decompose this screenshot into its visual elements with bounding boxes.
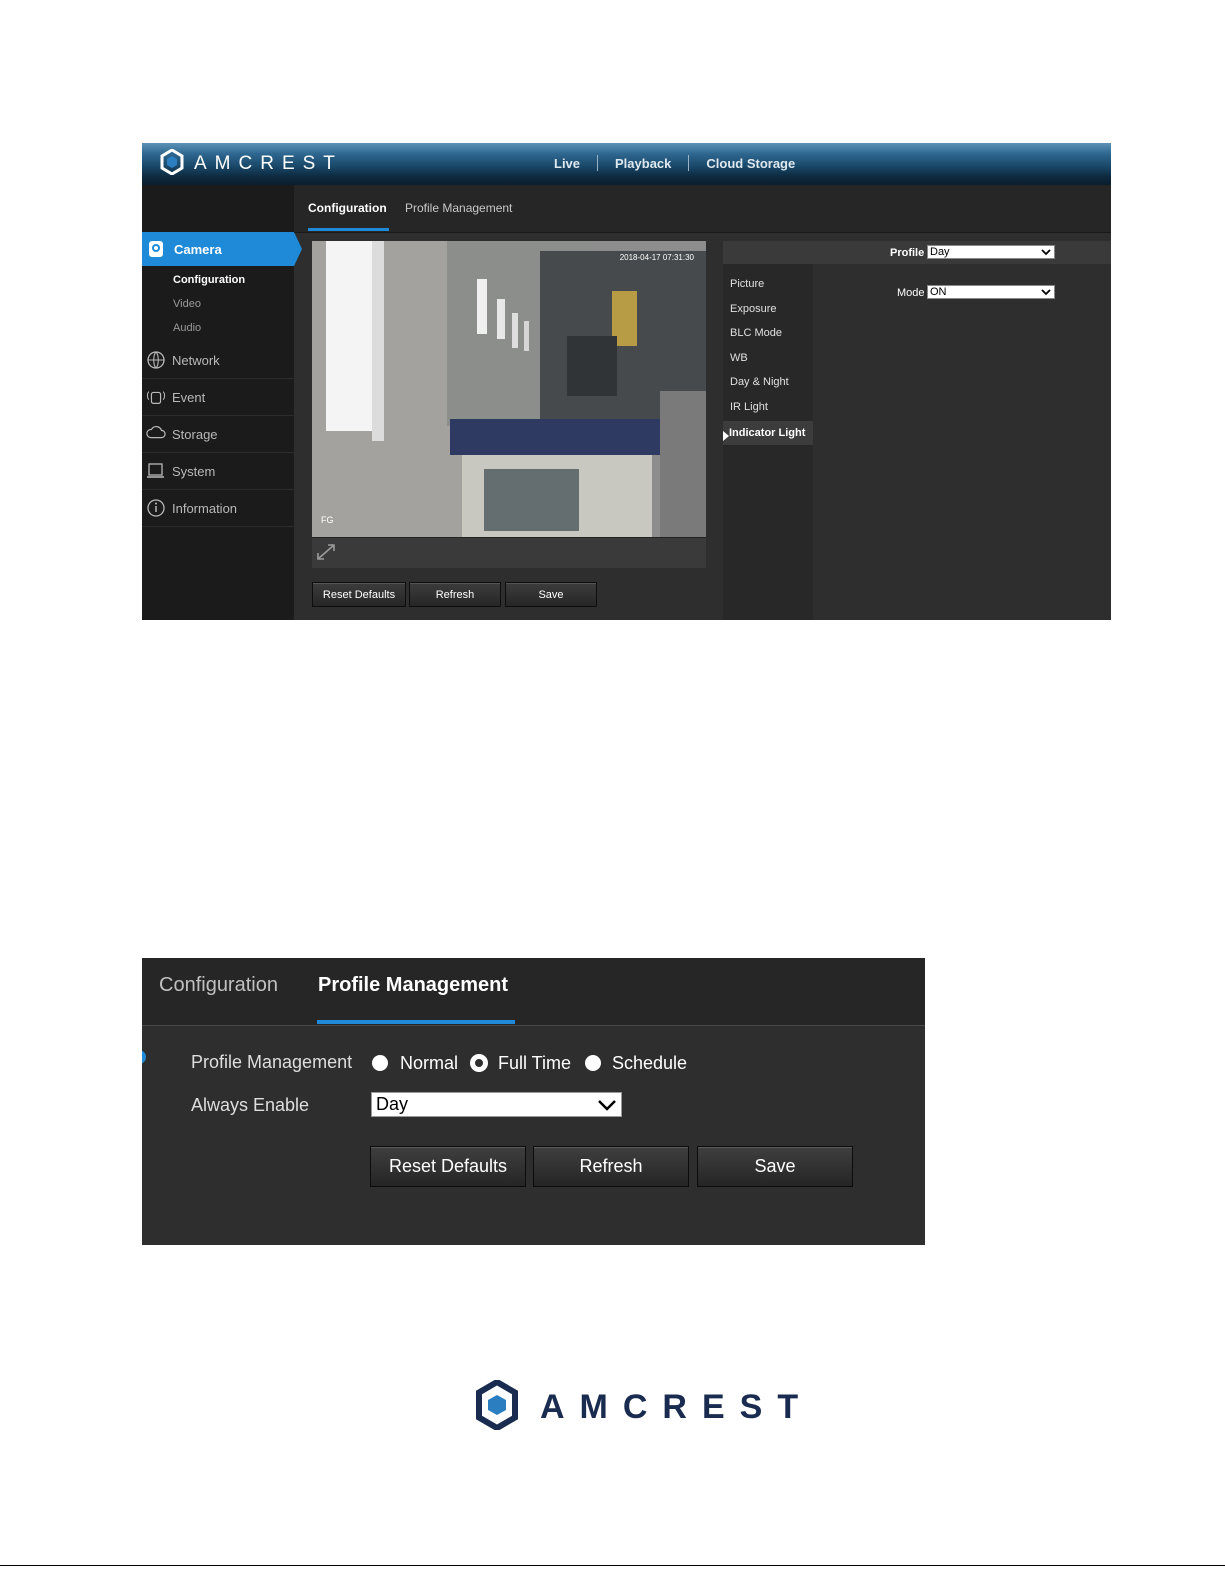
- profile-select[interactable]: Day: [927, 245, 1055, 259]
- menu-item-picture[interactable]: Picture: [730, 278, 764, 290]
- sidebar-item-system[interactable]: System: [142, 453, 294, 490]
- radio-normal-label: Normal: [400, 1053, 459, 1073]
- chevron-down-icon: [1041, 287, 1051, 301]
- always-enable-value: Day: [376, 1094, 409, 1114]
- mode-select[interactable]: ON: [927, 285, 1055, 299]
- sidebar-subitem-configuration[interactable]: Configuration: [173, 274, 245, 286]
- save-button[interactable]: Save: [505, 582, 597, 607]
- chevron-down-icon: [597, 1096, 617, 1119]
- nav-live[interactable]: Live: [537, 156, 597, 171]
- reset-defaults-button[interactable]: Reset Defaults: [312, 582, 406, 607]
- sidebar-item-label: Event: [172, 389, 206, 405]
- tab-profile-management[interactable]: Profile Management: [405, 201, 512, 215]
- radio-normal[interactable]: [372, 1055, 388, 1071]
- always-enable-label: Always Enable: [191, 1095, 310, 1115]
- chevron-down-icon: [1041, 247, 1051, 261]
- mode-select-value: ON: [930, 286, 947, 298]
- video-toolbar: [312, 537, 706, 568]
- always-enable-select[interactable]: Day: [371, 1092, 622, 1117]
- radio-full-time[interactable]: [471, 1055, 487, 1071]
- active-tab-indicator: [308, 228, 389, 231]
- refresh-button[interactable]: Refresh: [533, 1146, 689, 1187]
- profile-management-screenshot: Configuration Profile Management Profile…: [142, 958, 925, 1245]
- tab-configuration[interactable]: Configuration: [308, 201, 387, 215]
- top-bar: AMCREST Live Playback Cloud Storage: [142, 143, 1111, 185]
- network-icon: [146, 350, 166, 370]
- sidebar: Camera Configuration Video Audio Network…: [142, 185, 302, 620]
- radio-schedule-label: Schedule: [612, 1053, 688, 1073]
- tab-profile-management[interactable]: Profile Management: [318, 974, 508, 997]
- sidebar-item-label: Network: [172, 352, 220, 368]
- profile-tabs: Configuration Profile Management: [142, 958, 925, 1026]
- mode-label: Mode: [897, 287, 925, 299]
- video-corner-label: FG: [321, 515, 334, 525]
- footer-brand-name: AMCREST: [540, 1388, 814, 1426]
- system-icon: [146, 461, 166, 481]
- sidebar-item-camera[interactable]: Camera: [142, 232, 302, 266]
- video-timestamp: 2018-04-17 07:31:30: [619, 253, 694, 262]
- menu-item-label: Indicator Light: [729, 427, 806, 439]
- live-video-preview[interactable]: 2018-04-17 07:31:30 FG: [312, 241, 706, 537]
- radio-full-time-label: Full Time: [498, 1053, 572, 1073]
- sidebar-item-label: System: [172, 463, 216, 479]
- camera-config-screenshot: AMCREST Live Playback Cloud Storage Came…: [142, 143, 1111, 620]
- profile-management-label: Profile Management: [191, 1052, 353, 1072]
- image-settings-menu: Picture Exposure BLC Mode WB Day & Night…: [723, 264, 813, 620]
- sidebar-item-network[interactable]: Network: [142, 342, 294, 379]
- brand-name: AMCREST: [194, 153, 343, 174]
- event-icon: [146, 387, 166, 407]
- menu-item-wb[interactable]: WB: [730, 352, 748, 364]
- amcrest-logo-icon: [476, 1378, 518, 1435]
- tab-configuration[interactable]: Configuration: [159, 974, 278, 997]
- information-icon: [146, 498, 166, 518]
- menu-item-day-night[interactable]: Day & Night: [730, 376, 789, 388]
- sidebar-subitem-video[interactable]: Video: [173, 298, 201, 310]
- menu-item-blc-mode[interactable]: BLC Mode: [730, 327, 782, 339]
- page-bottom-rule: [0, 1565, 1225, 1566]
- storage-icon: [146, 424, 166, 444]
- sidebar-item-event[interactable]: Event: [142, 379, 294, 416]
- save-button[interactable]: Save: [697, 1146, 853, 1187]
- profile-label: Profile: [890, 247, 925, 259]
- sidebar-item-storage[interactable]: Storage: [142, 416, 294, 453]
- sidebar-item-information[interactable]: Information: [142, 490, 294, 527]
- amcrest-logo-icon: [160, 147, 184, 180]
- refresh-button[interactable]: Refresh: [409, 582, 501, 607]
- profile-select-value: Day: [930, 246, 950, 258]
- sidebar-item-label: Information: [172, 500, 238, 516]
- menu-item-ir-light[interactable]: IR Light: [730, 401, 768, 413]
- brand-logo[interactable]: AMCREST: [160, 147, 343, 180]
- sidebar-subitem-audio[interactable]: Audio: [173, 322, 201, 334]
- nav-playback[interactable]: Playback: [598, 156, 688, 171]
- nav-cloud-storage[interactable]: Cloud Storage: [689, 156, 812, 171]
- edge-indicator: [142, 1050, 146, 1064]
- camera-icon: [146, 239, 166, 259]
- radio-schedule[interactable]: [585, 1055, 601, 1071]
- fullscreen-icon[interactable]: [316, 543, 336, 566]
- settings-panel: Profile Day Picture Exposure BLC Mode WB…: [723, 241, 1111, 620]
- sidebar-item-label: Camera: [174, 241, 222, 257]
- reset-defaults-button[interactable]: Reset Defaults: [370, 1146, 526, 1187]
- sidebar-item-label: Storage: [172, 426, 218, 442]
- profile-strip: Profile Day: [723, 241, 1111, 264]
- footer-brand-logo: AMCREST: [476, 1378, 814, 1435]
- active-tab-indicator: [317, 1020, 515, 1024]
- top-nav: Live Playback Cloud Storage: [537, 155, 812, 171]
- menu-item-indicator-light[interactable]: Indicator Light: [723, 421, 813, 445]
- menu-item-exposure[interactable]: Exposure: [730, 303, 776, 315]
- config-tabs: Configuration Profile Management: [294, 185, 1111, 233]
